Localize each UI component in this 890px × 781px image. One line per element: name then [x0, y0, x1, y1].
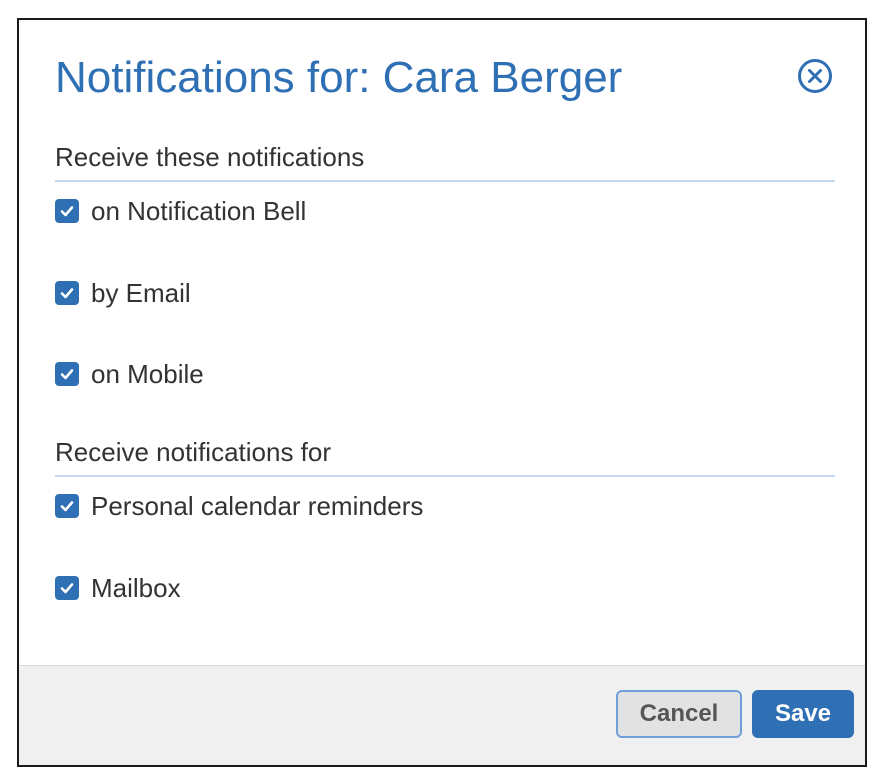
checkbox-notification-bell[interactable]: on Notification Bell — [55, 194, 306, 228]
close-button[interactable] — [797, 58, 833, 94]
checkbox-checked-icon[interactable] — [55, 199, 79, 223]
checkbox-email[interactable]: by Email — [55, 276, 191, 310]
option-label: on Mobile — [91, 358, 204, 389]
section-header-channels: Receive these notifications — [55, 140, 835, 182]
dialog-title: Notifications for: Cara Berger — [55, 53, 623, 102]
option-label: Personal calendar reminders — [91, 490, 424, 521]
checkbox-checked-icon[interactable] — [55, 362, 79, 386]
close-circle-icon — [798, 59, 832, 93]
section-header-types: Receive notifications for — [55, 435, 835, 477]
checkbox-checked-icon[interactable] — [55, 281, 79, 305]
option-label: on Notification Bell — [91, 195, 307, 226]
cancel-button[interactable]: Cancel — [616, 690, 742, 738]
checkbox-checked-icon[interactable] — [55, 576, 79, 600]
checkbox-calendar-reminders[interactable]: Personal calendar reminders — [55, 489, 423, 523]
checkbox-mailbox[interactable]: Mailbox — [55, 571, 181, 605]
checkbox-checked-icon[interactable] — [55, 494, 79, 518]
save-button[interactable]: Save — [752, 690, 854, 738]
option-label: by Email — [91, 277, 191, 308]
dialog-footer: Cancel Save — [19, 665, 865, 765]
option-label: Mailbox — [91, 572, 181, 603]
notifications-dialog: Notifications for: Cara Berger Receive t… — [17, 18, 867, 767]
checkbox-mobile[interactable]: on Mobile — [55, 357, 204, 391]
